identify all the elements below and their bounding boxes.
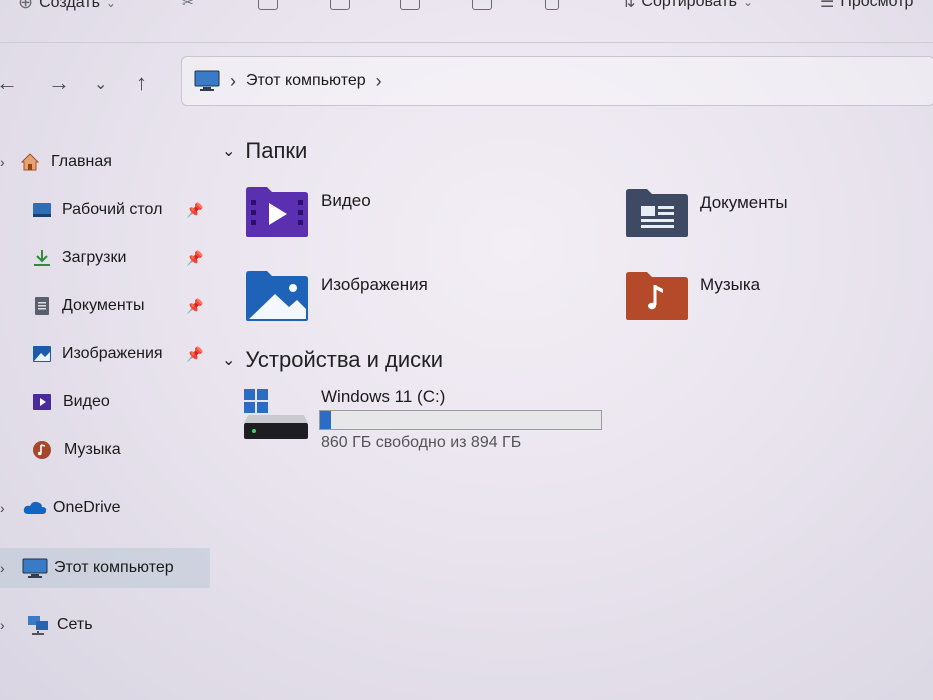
address-bar[interactable]: › Этот компьютер ›	[181, 56, 933, 106]
pin-icon: 📌	[186, 297, 204, 314]
back-arrow-icon[interactable]: ←	[0, 70, 18, 96]
navigation-pane: › Главная Рабочий стол 📌 Загрузки 📌 Доку…	[0, 120, 212, 700]
download-icon	[34, 250, 50, 266]
sidebar-item-label: Главная	[51, 153, 112, 170]
sidebar-item-label: OneDrive	[53, 499, 121, 516]
collapse-chevron-icon[interactable]: ⌄	[222, 350, 235, 370]
drive-label: Windows 11 (C:)	[321, 387, 446, 406]
computer-icon	[22, 558, 48, 578]
sidebar-item-this-pc[interactable]: › Этот компьютер	[0, 548, 210, 588]
sidebar-item-downloads[interactable]: Загрузки 📌	[0, 238, 210, 278]
cut-button[interactable]: ✂	[182, 0, 194, 11]
paste-button[interactable]	[330, 0, 350, 10]
expand-chevron-icon[interactable]: ›	[0, 500, 5, 516]
section-title: Устройства и диски	[245, 347, 444, 372]
folder-label: Музыка	[700, 275, 761, 294]
share-button[interactable]	[472, 0, 492, 10]
copy-icon	[258, 0, 278, 10]
drive-usage-fill	[320, 411, 331, 429]
pictures-folder-icon	[246, 271, 308, 321]
music-icon	[33, 441, 51, 459]
plus-icon: ⊕	[18, 0, 34, 12]
folder-video[interactable]: Видео	[245, 186, 371, 238]
section-title: Папки	[245, 138, 308, 163]
up-arrow-icon[interactable]: ↑	[136, 70, 147, 96]
sort-label: Сортировать	[641, 0, 737, 10]
folder-pictures[interactable]: Изображения	[245, 270, 428, 322]
sidebar-item-label: Видео	[63, 393, 110, 410]
drive-free-space: 860 ГБ свободно из 894 ГБ	[321, 434, 522, 451]
computer-icon	[194, 70, 220, 91]
drive-usage-bar	[319, 410, 602, 430]
sidebar-item-home[interactable]: › Главная	[0, 142, 210, 182]
expand-chevron-icon[interactable]: ›	[0, 617, 5, 633]
sidebar-item-network[interactable]: › Сеть	[0, 605, 210, 645]
music-folder-icon	[626, 272, 688, 320]
windows-drive-icon	[244, 389, 308, 439]
view-icon: ☰	[820, 0, 835, 11]
sidebar-item-pictures[interactable]: Изображения 📌	[0, 334, 210, 374]
breadcrumb-chevron-icon[interactable]: ›	[376, 71, 382, 92]
sidebar-item-documents[interactable]: Документы 📌	[0, 286, 210, 326]
sidebar-item-video[interactable]: Видео	[0, 382, 210, 422]
create-label: Создать	[39, 0, 100, 11]
delete-button[interactable]	[545, 0, 559, 10]
folders-section-header[interactable]: ⌄ Папки	[222, 138, 307, 164]
sidebar-item-label: Изображения	[62, 345, 163, 362]
copy-button[interactable]	[258, 0, 278, 10]
sort-icon: ⇅	[622, 0, 636, 11]
folder-documents[interactable]: Документы	[625, 188, 788, 238]
paste-icon	[330, 0, 350, 10]
video-folder-icon	[246, 187, 308, 237]
documents-icon	[35, 297, 49, 315]
view-button[interactable]: ☰ Просмотр	[820, 0, 913, 12]
folder-label: Документы	[700, 193, 788, 212]
content-pane: ⌄ Папки Видео Документы Изображения Музы…	[212, 110, 933, 700]
video-icon	[33, 394, 51, 410]
sidebar-item-label: Рабочий стол	[62, 201, 163, 218]
sidebar-item-label: Музыка	[64, 441, 121, 458]
chevron-down-icon: ⌄	[743, 0, 754, 9]
rename-icon	[400, 0, 420, 10]
network-icon	[28, 616, 48, 635]
expand-chevron-icon[interactable]: ›	[0, 154, 5, 170]
folder-label: Видео	[321, 191, 371, 210]
collapse-chevron-icon[interactable]: ⌄	[222, 141, 235, 161]
pin-icon: 📌	[186, 201, 204, 218]
trash-icon	[545, 0, 559, 10]
scissors-icon: ✂	[182, 0, 194, 10]
breadcrumb-separator-icon: ›	[230, 70, 236, 91]
chevron-down-icon: ⌄	[105, 0, 116, 10]
expand-chevron-icon[interactable]: ›	[0, 560, 5, 576]
pin-icon: 📌	[186, 345, 204, 362]
sidebar-item-label: Документы	[62, 297, 145, 314]
sidebar-item-label: Сеть	[57, 616, 93, 633]
pin-icon: 📌	[186, 249, 204, 266]
sidebar-item-label: Этот компьютер	[54, 559, 174, 576]
folder-label: Изображения	[321, 275, 428, 294]
share-icon	[472, 0, 492, 10]
folder-music[interactable]: Музыка	[625, 271, 760, 321]
pictures-icon	[33, 346, 51, 362]
home-icon	[20, 153, 40, 171]
devices-section-header[interactable]: ⌄ Устройства и диски	[222, 347, 443, 373]
cloud-icon	[23, 501, 47, 514]
breadcrumb-this-pc[interactable]: Этот компьютер	[246, 72, 366, 90]
forward-arrow-icon[interactable]: →	[48, 70, 70, 96]
recent-chevron-icon[interactable]: ⌄	[94, 74, 107, 94]
sort-button[interactable]: ⇅ Сортировать ⌄	[622, 0, 753, 12]
view-label: Просмотр	[840, 0, 914, 10]
command-bar: ⊕ Создать ⌄ ✂ ⇅ Сортировать ⌄ ☰ Просмотр	[0, 0, 933, 43]
sidebar-item-music[interactable]: Музыка	[0, 430, 210, 470]
documents-folder-icon	[626, 189, 688, 237]
rename-button[interactable]	[400, 0, 420, 10]
sidebar-item-onedrive[interactable]: › OneDrive	[0, 488, 210, 528]
sidebar-item-label: Загрузки	[62, 249, 127, 266]
desktop-icon	[33, 203, 51, 217]
sidebar-item-desktop[interactable]: Рабочий стол 📌	[0, 190, 210, 230]
create-button[interactable]: ⊕ Создать ⌄	[18, 0, 116, 13]
